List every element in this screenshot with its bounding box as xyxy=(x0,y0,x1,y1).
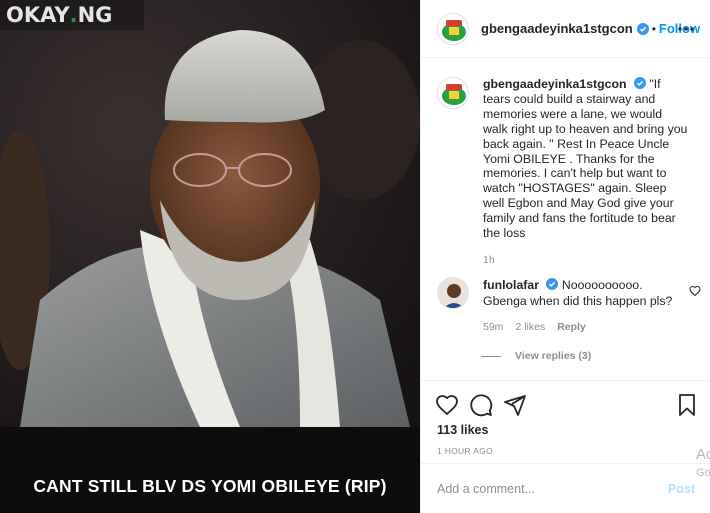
add-comment-bar: Add a comment... Post xyxy=(421,463,710,513)
view-replies-label: View replies (3) xyxy=(515,350,592,362)
header-username[interactable]: gbengaadeyinka1stgcon xyxy=(481,21,633,36)
verified-badge-icon xyxy=(636,22,649,35)
post-header: gbengaadeyinka1stgcon • Follow xyxy=(421,0,710,58)
post-timestamp: 1 HOUR AGO xyxy=(437,446,493,456)
os-activation-overlay-sub: Go xyxy=(696,467,710,479)
comment-item: funlolafar Noooooooooo. Gbenga when did … xyxy=(437,277,699,335)
replies-divider-line xyxy=(481,355,501,357)
verified-badge-icon xyxy=(546,278,559,290)
header-separator: • xyxy=(651,21,656,36)
verified-badge-icon xyxy=(633,77,646,89)
comment-username[interactable]: funlolafar xyxy=(483,278,539,292)
caption-age: 1h xyxy=(483,253,495,266)
watermark-dot: . xyxy=(69,3,78,27)
more-options-icon[interactable] xyxy=(677,20,695,38)
okay-ng-watermark: OKAY. NG xyxy=(0,0,144,30)
reply-button[interactable]: Reply xyxy=(557,319,586,335)
caption-text: "If tears could build a stairway and mem… xyxy=(483,77,688,241)
commenter-avatar[interactable] xyxy=(437,277,469,309)
commenter-photo-icon xyxy=(438,278,468,308)
image-caption-bar: CANT STILL BLV DS YOMI OBILEYE (RIP) xyxy=(0,427,420,513)
comment-age: 59m xyxy=(483,321,504,333)
profile-logo-icon xyxy=(438,13,468,44)
post-caption: gbengaadeyinka1stgcon "If tears could bu… xyxy=(437,77,699,268)
comment-likes[interactable]: 2 likes xyxy=(515,319,545,335)
os-activation-overlay: Ac xyxy=(696,446,710,463)
caption-username[interactable]: gbengaadeyinka1stgcon xyxy=(483,77,627,91)
avatar[interactable] xyxy=(437,12,469,45)
comment-like-heart-icon[interactable] xyxy=(689,285,701,297)
view-replies-button[interactable]: View replies (3) xyxy=(481,350,591,362)
post-sidebar: gbengaadeyinka1stgcon • Follow gbe xyxy=(420,0,710,513)
likes-count[interactable]: 113 likes xyxy=(437,423,488,437)
action-bar: 113 likes 1 HOUR AGO xyxy=(421,380,710,460)
comments-list[interactable]: gbengaadeyinka1stgcon "If tears could bu… xyxy=(421,59,710,379)
watermark-suffix: NG xyxy=(77,3,113,27)
portrait-photo xyxy=(0,0,420,427)
caption-avatar[interactable] xyxy=(437,77,469,109)
watermark-brand: OKAY xyxy=(6,3,70,27)
comment-input[interactable]: Add a comment... xyxy=(437,482,668,496)
heart-icon[interactable] xyxy=(435,393,459,417)
comment-icon[interactable] xyxy=(469,393,493,417)
post-image[interactable]: OKAY. NG CANT STILL BLV DS YOMI OBILEYE (… xyxy=(0,0,420,513)
bookmark-icon[interactable] xyxy=(675,393,699,417)
post-comment-button[interactable]: Post xyxy=(668,482,695,496)
profile-logo-icon xyxy=(438,78,468,108)
image-caption: CANT STILL BLV DS YOMI OBILEYE (RIP) xyxy=(33,475,387,496)
share-icon[interactable] xyxy=(503,393,527,417)
